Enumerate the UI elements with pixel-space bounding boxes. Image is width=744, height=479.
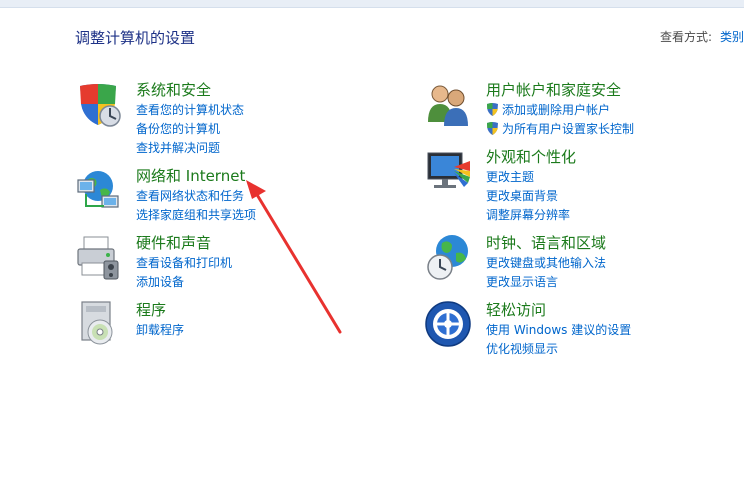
link-uninstall-program[interactable]: 卸载程序 <box>136 321 184 338</box>
category-network-internet: 网络和 Internet 查看网络状态和任务 选择家庭组和共享选项 <box>74 166 374 230</box>
link-change-input-method[interactable]: 更改键盘或其他输入法 <box>486 254 606 271</box>
link-add-device[interactable]: 添加设备 <box>136 273 184 290</box>
link-change-theme[interactable]: 更改主题 <box>486 168 534 185</box>
shield-icon <box>80 84 121 127</box>
view-by-label: 查看方式: <box>660 30 713 44</box>
link-adjust-resolution[interactable]: 调整屏幕分辨率 <box>486 206 570 223</box>
link-label-add-remove-accounts: 添加或删除用户帐户 <box>502 103 611 117</box>
category-programs: 程序 卸载程序 <box>74 300 374 364</box>
link-label-parental-controls: 为所有用户设置家长控制 <box>502 122 635 136</box>
printer-icon <box>77 236 119 280</box>
link-parental-controls[interactable]: 为所有用户设置家长控制 <box>486 120 634 137</box>
ease-of-access-icon <box>425 301 471 347</box>
category-user-accounts: 用户帐户和家庭安全 添加或删除用户帐户 为所有用户设置家长控制 <box>424 80 724 144</box>
category-title-appearance[interactable]: 外观和个性化 <box>486 146 576 167</box>
category-hardware-sound: 硬件和声音 查看设备和打印机 添加设备 <box>74 233 374 297</box>
category-appearance: 外观和个性化 更改主题 更改桌面背景 调整屏幕分辨率 <box>424 146 724 222</box>
link-optimize-video-display[interactable]: 优化视频显示 <box>486 340 558 357</box>
link-windows-suggested-settings[interactable]: 使用 Windows 建议的设置 <box>486 321 631 338</box>
category-system-security: 系统和安全 查看您的计算机状态 备份您的计算机 查找并解决问题 <box>74 79 374 155</box>
clock-globe-icon <box>427 235 468 280</box>
link-backup-computer[interactable]: 备份您的计算机 <box>136 120 220 137</box>
link-add-remove-accounts[interactable]: 添加或删除用户帐户 <box>486 101 610 118</box>
window-top-strip <box>0 0 744 8</box>
view-by-dropdown[interactable]: 类别 <box>720 30 744 44</box>
programs-icon <box>81 301 113 345</box>
link-homegroup-sharing[interactable]: 选择家庭组和共享选项 <box>136 206 256 223</box>
users-icon <box>428 85 468 126</box>
link-change-background[interactable]: 更改桌面背景 <box>486 187 558 204</box>
uac-shield-icon <box>487 103 498 116</box>
appearance-icon <box>427 152 470 188</box>
category-title-user-accounts[interactable]: 用户帐户和家庭安全 <box>486 79 621 100</box>
category-clock-language-region: 时钟、语言和区域 更改键盘或其他输入法 更改显示语言 <box>424 233 724 297</box>
category-title-system-security[interactable]: 系统和安全 <box>136 79 211 100</box>
link-devices-printers[interactable]: 查看设备和打印机 <box>136 254 232 271</box>
category-title-programs[interactable]: 程序 <box>136 299 166 320</box>
uac-shield-icon <box>487 122 498 135</box>
link-find-fix-problems[interactable]: 查找并解决问题 <box>136 139 220 156</box>
link-view-computer-status[interactable]: 查看您的计算机状态 <box>136 101 244 118</box>
link-change-display-language[interactable]: 更改显示语言 <box>486 273 558 290</box>
category-ease-of-access: 轻松访问 使用 Windows 建议的设置 优化视频显示 <box>424 300 724 364</box>
category-title-network-internet[interactable]: 网络和 Internet <box>136 165 245 186</box>
category-title-ease-of-access[interactable]: 轻松访问 <box>486 299 546 320</box>
category-title-clock-language-region[interactable]: 时钟、语言和区域 <box>486 232 606 253</box>
network-icon <box>77 171 119 208</box>
page-title: 调整计算机的设置 <box>75 29 196 47</box>
view-by: 查看方式: 类别 <box>660 28 744 45</box>
category-title-hardware-sound[interactable]: 硬件和声音 <box>136 232 211 253</box>
link-view-network-status[interactable]: 查看网络状态和任务 <box>136 187 244 204</box>
